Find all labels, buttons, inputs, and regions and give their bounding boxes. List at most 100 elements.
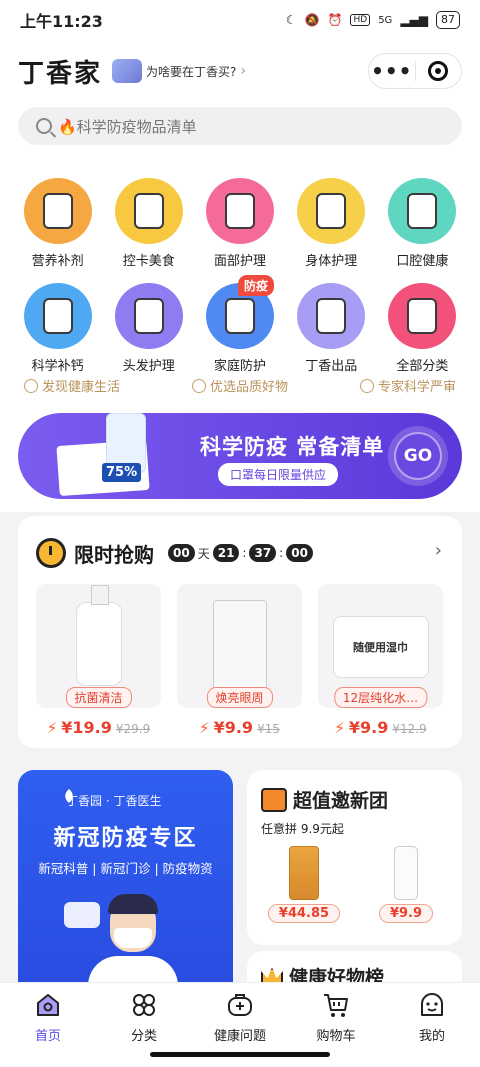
category-label: 科学补钙	[31, 359, 84, 374]
flash-sale-title: 限时抢购	[74, 542, 154, 567]
group-price: ¥44.85	[267, 904, 341, 923]
category-item[interactable]: 全部分类	[377, 283, 468, 374]
category-illustration	[407, 193, 438, 229]
sanitizer-bottle-image	[75, 585, 122, 686]
category-label: 口腔健康	[396, 254, 449, 269]
alarm-icon: ⏰	[327, 13, 343, 27]
category-icon	[23, 283, 92, 349]
search-input[interactable]: 🔥科学防疫物品清单	[18, 107, 462, 145]
alcohol-tag: 75%	[102, 463, 142, 482]
timer-minutes: 37	[249, 544, 277, 562]
group-price: ¥9.9	[378, 904, 434, 923]
mascot-icon	[112, 59, 143, 83]
why-buy-text: 为啥要在丁香买?	[146, 64, 237, 79]
product-card[interactable]: 焕亮眼周 ⚡ ¥9.9 ¥15	[177, 584, 302, 737]
category-item[interactable]: 防疫 家庭防护	[194, 275, 285, 374]
category-item[interactable]: 口腔健康	[377, 178, 468, 269]
covid-zone-subtitle: 新冠科普 | 新冠门诊 | 防疫物资	[38, 861, 213, 876]
category-illustration	[316, 298, 347, 334]
category-icon	[297, 283, 366, 349]
lightning-icon: ⚡	[46, 719, 58, 737]
epidemic-banner[interactable]: 75% 科学防疫 常备清单 口罩每日限量供应 GO	[18, 413, 462, 499]
group-buy-subtitle: 任意拼 9.9元起	[261, 822, 344, 836]
org-label: 丁香园 · 丁香医生	[66, 794, 162, 808]
feature-label: 专家科学严审	[377, 380, 456, 395]
timer-colon: :	[279, 546, 284, 560]
flash-sale-more-chevron-icon[interactable]: ›	[435, 540, 442, 561]
status-time: 上午11:23	[20, 12, 103, 31]
medical-bag-icon	[228, 994, 252, 1016]
category-illustration	[407, 298, 438, 334]
eye-cream-pouch-image	[212, 600, 267, 690]
app-header: 丁香家 为啥要在丁香买? › •••	[0, 40, 480, 102]
lightning-icon: ⚡	[199, 719, 210, 737]
doctor-illustration	[88, 894, 178, 985]
category-item[interactable]: 科学补钙	[12, 283, 103, 374]
category-icon	[388, 178, 457, 244]
flash-sale-items: 抗菌清洁 ⚡ ¥19.9 ¥29.9 焕亮眼周 ⚡ ¥9.9 ¥15 随便用湿巾…	[36, 584, 443, 737]
group-product[interactable]: ¥44.85	[259, 846, 349, 923]
covid-zone-card[interactable]: 丁香园 · 丁香医生 新冠防疫专区 新冠科普 | 新冠门诊 | 防疫物资	[18, 770, 233, 985]
product-card[interactable]: 随便用湿巾 12层纯化水… ⚡ ¥9.9 ¥12.9	[318, 584, 443, 737]
category-label: 营养补剂	[31, 254, 84, 269]
feature-item: 优选品质好物	[191, 376, 288, 395]
category-illustration	[224, 193, 255, 229]
tab-home[interactable]: 首页	[0, 991, 96, 1067]
product-tag: 抗菌清洁	[65, 687, 132, 708]
category-icon	[205, 178, 274, 244]
category-illustration	[42, 298, 73, 334]
category-item[interactable]: 丁香出品	[286, 283, 377, 374]
heart-icon	[191, 378, 206, 393]
category-illustration	[133, 298, 164, 334]
group-product[interactable]: ¥9.9	[361, 846, 451, 923]
banner-products-image: 75%	[28, 413, 178, 499]
doctor-mask	[114, 928, 152, 948]
category-label: 全部分类	[396, 359, 449, 374]
category-item[interactable]: 身体护理	[286, 178, 377, 269]
search-icon	[36, 118, 52, 134]
network-label: 5G	[378, 14, 393, 26]
tab-label: 健康问题	[213, 1029, 266, 1044]
sale-price: ¥9.9	[213, 718, 254, 737]
battery-icon: 87	[436, 11, 460, 29]
status-bar: 上午11:23 ☾ 🔕 ⏰ HD 5G ▂▄▆ 87	[0, 0, 480, 40]
cart-icon	[324, 994, 348, 1017]
why-buy-link[interactable]: 为啥要在丁香买? ›	[112, 59, 246, 83]
banner-subtitle: 口罩每日限量供应	[218, 463, 339, 486]
category-label: 家庭防护	[213, 359, 266, 374]
flash-sale-card: 限时抢购 00 天 21 : 37 : 00 › 抗菌清洁 ⚡ ¥19.9 ¥2…	[18, 516, 462, 748]
category-item[interactable]: 控卡美食	[103, 178, 194, 269]
banner-title: 科学防疫 常备清单	[200, 435, 385, 459]
timer-hours: 21	[212, 544, 240, 562]
feature-item: 发现健康生活	[24, 376, 120, 395]
category-icon	[114, 283, 183, 349]
category-item[interactable]: 营养补剂	[12, 178, 103, 269]
price-row: ⚡ ¥19.9 ¥29.9	[36, 718, 161, 737]
close-miniprogram-button[interactable]	[416, 61, 462, 81]
feature-strip: 发现健康生活 优选品质好物 专家科学严审	[24, 376, 456, 395]
miniprogram-capsule: •••	[368, 53, 462, 89]
tab-label: 我的	[418, 1029, 445, 1044]
go-button[interactable]: GO	[388, 426, 448, 486]
grid-icon	[133, 994, 155, 1016]
tab-label: 首页	[34, 1029, 61, 1044]
category-illustration	[224, 298, 255, 334]
feature-item: 专家科学严审	[359, 376, 456, 395]
timer-colon: :	[242, 546, 247, 560]
group-buy-title: 超值邀新团	[293, 790, 389, 812]
product-card[interactable]: 抗菌清洁 ⚡ ¥19.9 ¥29.9	[36, 584, 161, 737]
feature-label: 优选品质好物	[209, 380, 288, 395]
brand-logo: 丁香家	[18, 58, 103, 89]
timer-day-unit: 天	[197, 546, 210, 561]
covid-zone-title: 新冠防疫专区	[53, 826, 198, 851]
category-item[interactable]: 头发护理	[103, 283, 194, 374]
more-menu-button[interactable]: •••	[369, 53, 415, 89]
group-buy-card[interactable]: 超值邀新团 任意拼 9.9元起 ¥44.85 ¥9.9	[247, 770, 462, 945]
home-icon	[37, 994, 59, 1016]
sale-price: ¥9.9	[348, 718, 389, 737]
feature-label: 发现健康生活	[42, 380, 121, 395]
tab-profile[interactable]: 我的	[384, 991, 480, 1067]
category-item[interactable]: 面部护理	[194, 178, 285, 269]
hd-icon: HD	[350, 14, 371, 26]
category-icon	[388, 283, 457, 349]
